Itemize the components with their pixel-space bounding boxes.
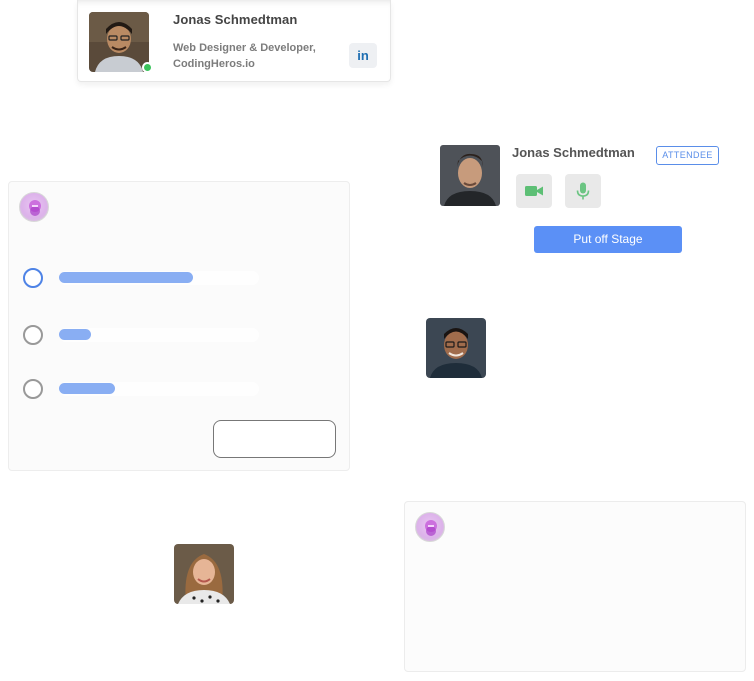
poll-option[interactable] [23, 325, 263, 347]
profile-role-line2: CodingHeros.io [173, 58, 255, 70]
option-bar [59, 383, 115, 394]
attendee-badge: ATTENDEE [656, 146, 719, 165]
profile-role: Web Designer & Developer, CodingHeros.io [173, 40, 333, 72]
online-status-dot [142, 62, 153, 73]
option-bar [59, 329, 91, 340]
option-bar [59, 272, 193, 283]
stage-user-name: Jonas Schmedtman [512, 145, 635, 160]
app-logo-icon [19, 192, 49, 222]
poll-option[interactable] [23, 268, 263, 290]
video-camera-icon [525, 186, 543, 196]
attendee-avatar [174, 544, 234, 604]
stage-user-avatar [440, 145, 500, 206]
poll-card [8, 181, 350, 471]
radio-button[interactable] [23, 379, 43, 399]
radio-button[interactable] [23, 268, 43, 288]
microphone-icon [576, 182, 590, 200]
linkedin-button[interactable]: in [349, 43, 377, 68]
profile-name: Jonas Schmedtman [173, 12, 298, 27]
poll-option[interactable] [23, 379, 263, 401]
radio-button[interactable] [23, 325, 43, 345]
profile-avatar [89, 12, 149, 72]
microphone-toggle-button[interactable] [565, 174, 601, 208]
app-logo-icon [415, 512, 445, 542]
profile-role-line1: Web Designer & Developer, [173, 42, 316, 54]
camera-toggle-button[interactable] [516, 174, 552, 208]
empty-card [404, 501, 746, 672]
profile-card: Jonas Schmedtman Web Designer & Develope… [77, 0, 391, 82]
put-off-stage-button[interactable]: Put off Stage [534, 226, 682, 253]
speaker-avatar [426, 318, 486, 378]
poll-submit-button[interactable] [213, 420, 336, 458]
